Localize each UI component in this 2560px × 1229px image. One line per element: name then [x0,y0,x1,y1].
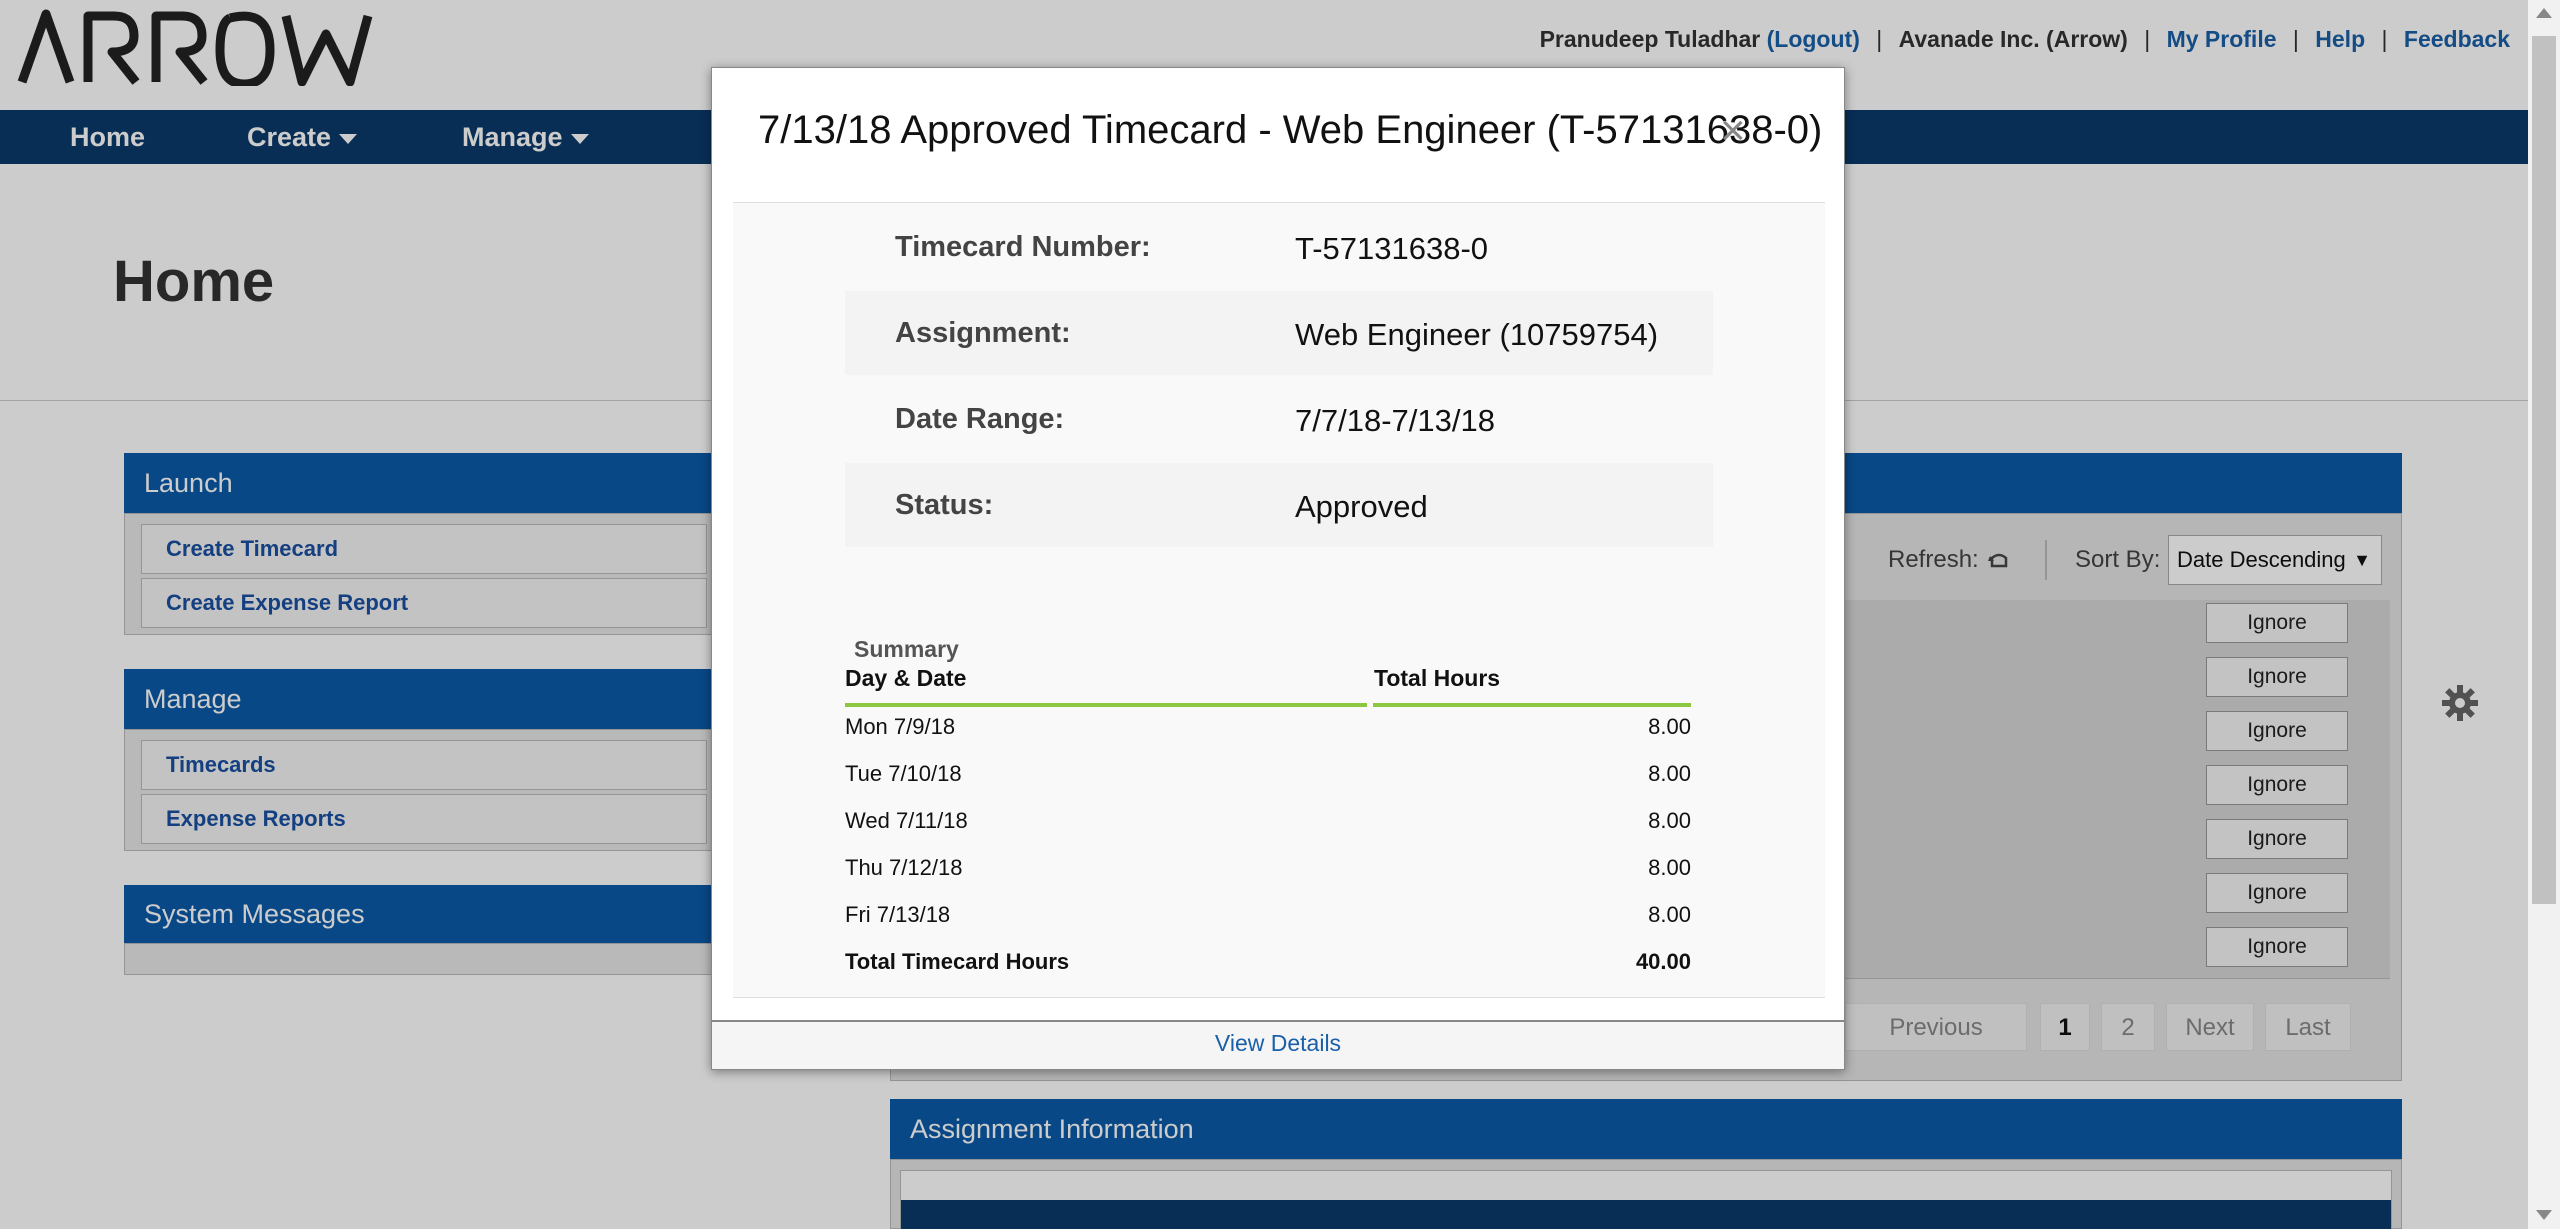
scroll-up-arrow-icon[interactable] [2536,8,2552,18]
modal-content: Timecard Number: T-57131638-0 Assignment… [733,202,1825,998]
scroll-down-arrow-icon[interactable] [2536,1210,2552,1220]
total-hours: 40.00 [1635,949,1691,974]
row-hours: 8.00 [1648,761,1691,786]
col-header-hours: Total Hours [1374,665,1501,691]
table-total-row: Total Timecard Hours 40.00 [845,949,1691,989]
row-hours: 8.00 [1648,808,1691,833]
scrollbar-thumb[interactable] [2532,36,2556,904]
row-day: Wed 7/11/18 [845,808,968,833]
info-label: Status: [895,489,994,521]
info-row-date-range: Date Range: 7/7/18-7/13/18 [845,377,1713,461]
summary-label: Summary [854,636,959,662]
info-row-status: Status: Approved [845,463,1713,547]
info-value: 7/7/18-7/13/18 [1295,403,1495,438]
info-value: Approved [1295,489,1428,524]
info-label: Timecard Number: [895,231,1151,263]
close-icon[interactable]: × [1720,106,1746,156]
info-label: Date Range: [895,403,1065,435]
table-row: Fri 7/13/18 8.00 [845,902,1691,942]
info-row-timecard-number: Timecard Number: T-57131638-0 [845,205,1713,289]
modal-footer: View Details [712,1020,1844,1069]
row-hours: 8.00 [1648,902,1691,927]
info-row-assignment: Assignment: Web Engineer (10759754) [845,291,1713,375]
table-row: Wed 7/11/18 8.00 [845,808,1691,848]
col-header-day: Day & Date [845,665,967,691]
row-day: Fri 7/13/18 [845,902,951,927]
info-label: Assignment: [895,317,1071,349]
row-hours: 8.00 [1648,855,1691,880]
table-row: Mon 7/9/18 8.00 [845,714,1691,754]
table-row: Tue 7/10/18 8.00 [845,761,1691,801]
info-value: Web Engineer (10759754) [1295,317,1659,352]
row-day: Mon 7/9/18 [845,714,956,739]
row-hours: 8.00 [1648,714,1691,739]
table-row: Thu 7/12/18 8.00 [845,855,1691,895]
header-underline [1373,703,1691,707]
row-day: Thu 7/12/18 [845,855,963,880]
timecard-modal: 7/13/18 Approved Timecard - Web Engineer… [711,67,1845,1070]
info-value: T-57131638-0 [1295,231,1489,266]
row-day: Tue 7/10/18 [845,761,962,786]
total-label: Total Timecard Hours [845,949,1070,974]
view-details-link[interactable]: View Details [712,1030,1844,1057]
header-underline [845,703,1367,707]
modal-title: 7/13/18 Approved Timecard - Web Engineer… [758,108,1823,152]
